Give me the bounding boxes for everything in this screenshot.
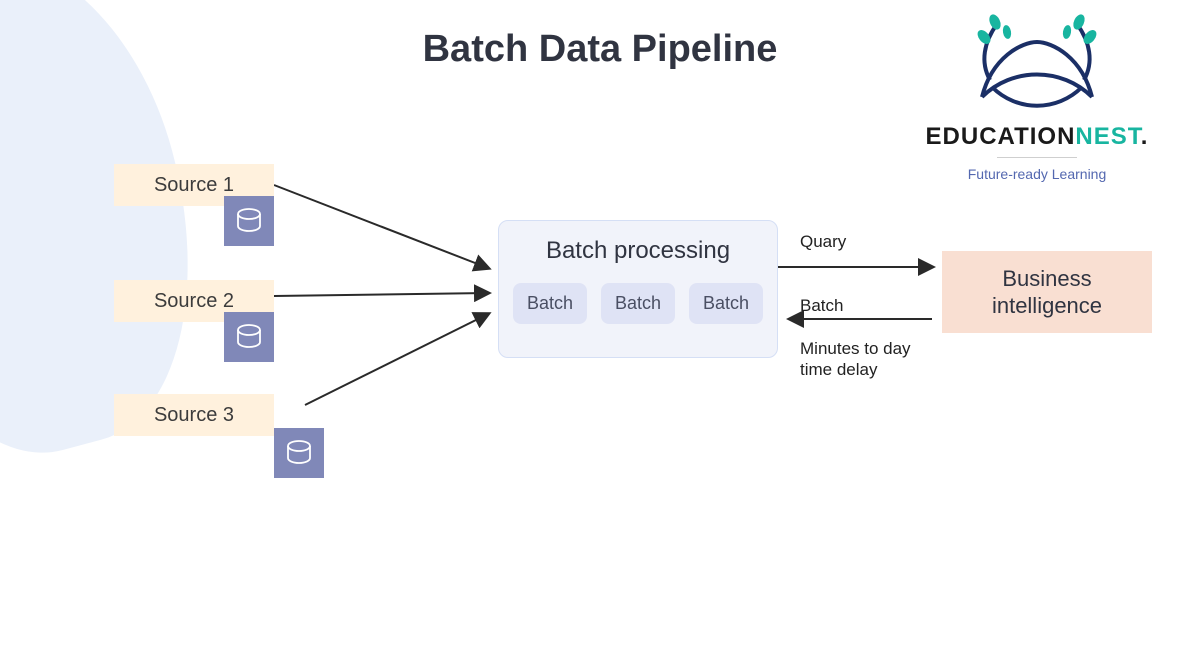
batch-chip: Batch (689, 283, 763, 324)
database-icon (274, 428, 324, 478)
source-3-label: Source 3 (154, 404, 234, 427)
delay-label: Minutes to day time delay (800, 338, 911, 381)
batch-processing-box: Batch processing Batch Batch Batch (498, 220, 778, 358)
batch-processing-title: Batch processing (546, 237, 730, 265)
business-intelligence-box: Business intelligence (942, 251, 1152, 333)
database-icon (224, 196, 274, 246)
batch-label: Batch (800, 296, 843, 316)
database-icon (224, 312, 274, 362)
query-label: Quary (800, 232, 846, 252)
batch-chip: Batch (601, 283, 675, 324)
batch-chip: Batch (513, 283, 587, 324)
source-2-label: Source 2 (154, 290, 234, 313)
source-1-label: Source 1 (154, 174, 234, 197)
logo-dot: . (1141, 123, 1149, 150)
logo-text: EDUCATIONNEST. (912, 123, 1162, 151)
logo-divider (997, 157, 1077, 158)
logo: EDUCATIONNEST. Future-ready Learning (912, 12, 1162, 182)
logo-tagline: Future-ready Learning (912, 166, 1162, 182)
logo-text-2: NEST (1075, 123, 1140, 150)
business-intelligence-label: Business intelligence (992, 265, 1102, 320)
batch-chip-row: Batch Batch Batch (513, 283, 763, 324)
logo-mark-icon (962, 12, 1112, 117)
logo-text-1: EDUCATION (926, 123, 1076, 150)
source-3-box: Source 3 (114, 394, 274, 436)
page-title: Batch Data Pipeline (423, 28, 778, 71)
